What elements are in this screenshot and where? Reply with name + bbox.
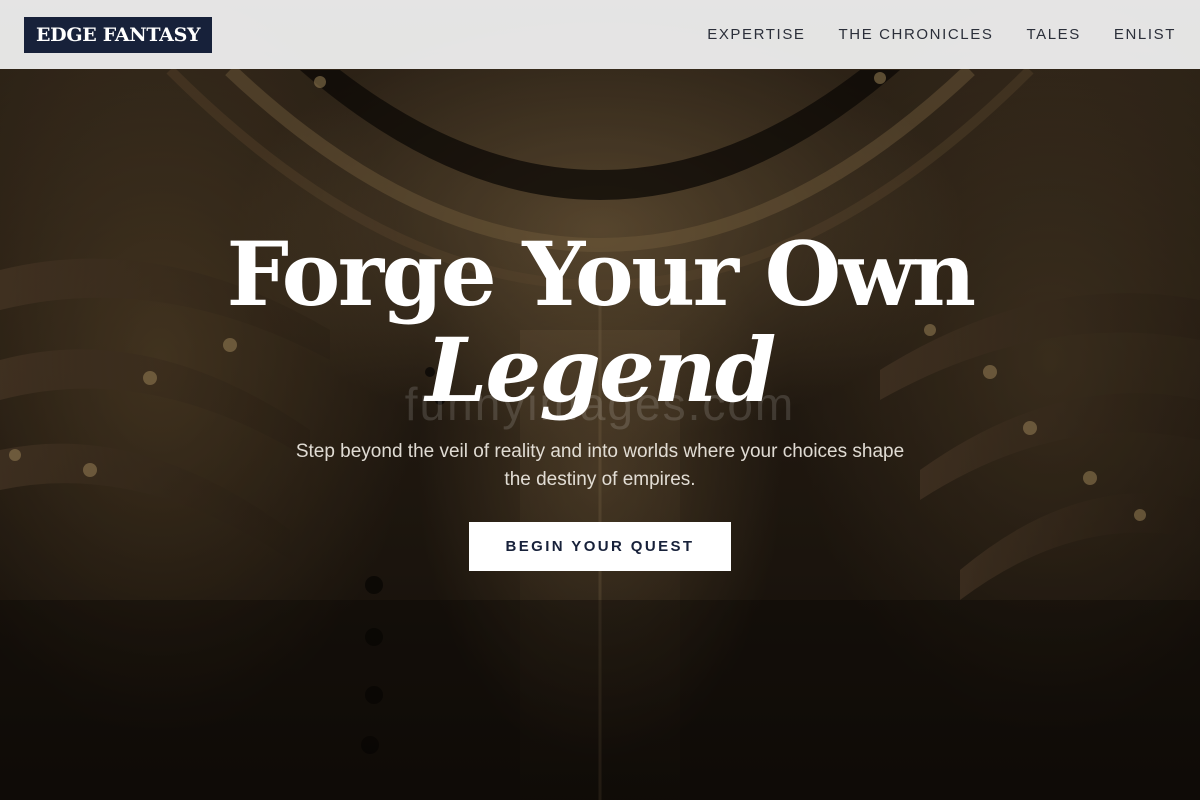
nav-link-tales[interactable]: TALES <box>1026 26 1080 43</box>
headline-line-1: Forge Your Own <box>226 222 976 326</box>
site-header: EDGE FANTASY EXPERTISE THE CHRONICLES TA… <box>0 0 1200 69</box>
nav-link-the-chronicles[interactable]: THE CHRONICLES <box>839 26 994 43</box>
begin-your-quest-button[interactable]: BEGIN YOUR QUEST <box>469 522 731 571</box>
hero-section: Forge Your Own Legend Step beyond the ve… <box>0 230 1200 571</box>
hero-headline: Forge Your Own Legend <box>0 230 1200 414</box>
landing-page: EDGE FANTASY EXPERTISE THE CHRONICLES TA… <box>0 0 1200 800</box>
nav-link-enlist[interactable]: ENLIST <box>1114 26 1176 43</box>
hero-subtitle: Step beyond the veil of reality and into… <box>295 441 905 490</box>
site-logo[interactable]: EDGE FANTASY <box>24 16 213 53</box>
headline-line-2-italic: Legend <box>425 318 777 422</box>
main-nav: EXPERTISE THE CHRONICLES TALES ENLIST <box>707 26 1176 43</box>
nav-link-expertise[interactable]: EXPERTISE <box>707 26 805 43</box>
